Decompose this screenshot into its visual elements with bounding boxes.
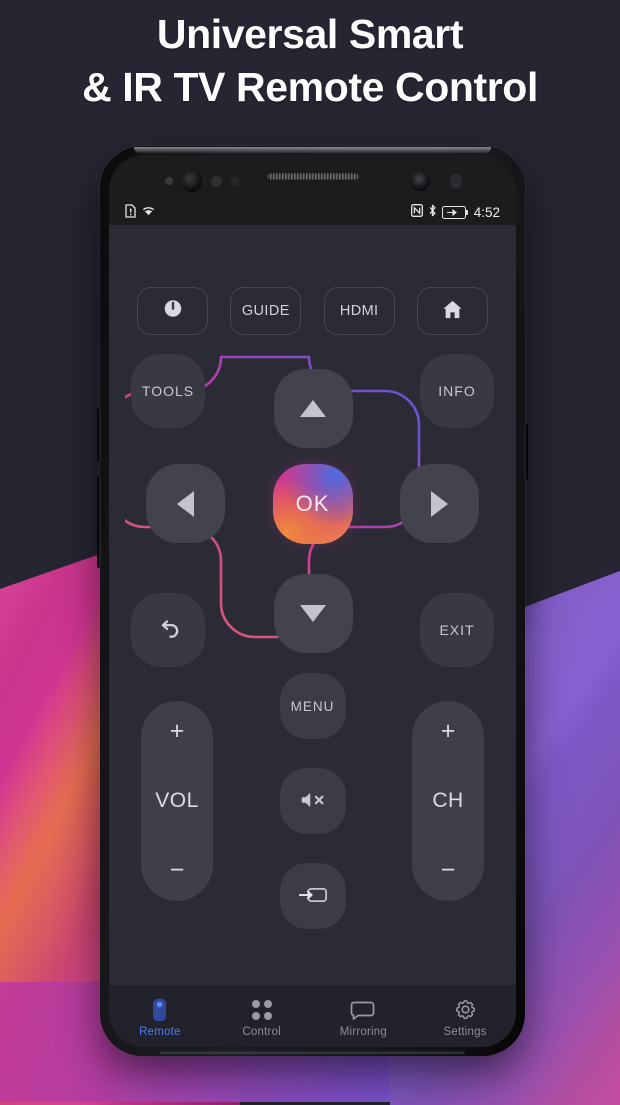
source-button[interactable] — [279, 863, 346, 929]
power-icon — [162, 298, 184, 324]
bluetooth-icon — [428, 204, 437, 220]
title-line-2: & IR TV Remote Control — [82, 64, 538, 111]
hdmi-button[interactable]: HDMI — [323, 287, 395, 335]
grid-dots-icon — [251, 999, 272, 1021]
nav-item-mirroring[interactable]: Mirroring — [323, 999, 403, 1038]
nav-label-settings: Settings — [443, 1025, 487, 1038]
dpad-section: TOOLS INFO EXIT OK — [109, 349, 516, 667]
tools-button-label: TOOLS — [141, 383, 195, 399]
arrow-right-icon — [431, 490, 448, 517]
nav-item-remote[interactable]: Remote — [120, 998, 200, 1038]
input-source-icon — [298, 884, 328, 909]
arrow-down-icon — [300, 605, 326, 622]
volume-rocker[interactable]: + VOL − — [141, 701, 213, 901]
hdmi-button-label: HDMI — [339, 303, 379, 319]
iris-sensor — [211, 176, 222, 187]
arrow-left-icon — [177, 490, 194, 517]
phone-bottom-highlight — [160, 1050, 465, 1054]
remote-app-body: GUIDE HDMI TOOLS INFO EXIT OK + VOL − + … — [109, 269, 516, 1047]
dpad-right-button[interactable] — [400, 464, 479, 543]
screen-mirroring-icon — [350, 999, 376, 1021]
dpad-down-button[interactable] — [273, 574, 353, 653]
menu-button[interactable]: MENU — [279, 673, 346, 739]
ok-button[interactable]: OK — [272, 464, 353, 544]
remote-icon — [152, 998, 167, 1021]
tools-button[interactable]: TOOLS — [131, 354, 205, 428]
top-button-row: GUIDE HDMI — [109, 269, 516, 335]
lower-controls-section: + VOL − + CH − MENU — [109, 673, 516, 931]
phone-top-bezel — [109, 155, 516, 199]
guide-button-label: GUIDE — [241, 303, 290, 319]
phone-top-highlight — [134, 147, 491, 154]
volume-up-button[interactable]: + — [170, 719, 185, 744]
status-bar-left — [125, 203, 156, 221]
page-title: Universal Smart & IR TV Remote Control — [0, 8, 620, 115]
phone-mockup: 4:52 GUIDE HDMI TOOLS INFO EXIT OK + VOL… — [97, 146, 528, 1056]
mute-button[interactable] — [279, 768, 346, 834]
home-button[interactable] — [416, 287, 488, 335]
nav-item-settings[interactable]: Settings — [425, 999, 505, 1038]
status-bar-right: 4:52 — [410, 204, 500, 220]
title-line-1: Universal Smart — [156, 11, 464, 57]
exit-button[interactable]: EXIT — [420, 593, 494, 667]
wifi-icon — [141, 204, 156, 220]
nfc-icon — [410, 204, 423, 220]
guide-button[interactable]: GUIDE — [230, 287, 302, 335]
back-button[interactable] — [131, 593, 205, 667]
secondary-camera — [410, 171, 430, 191]
menu-button-label: MENU — [290, 698, 335, 714]
channel-label: CH — [432, 789, 464, 812]
info-button-label: INFO — [438, 383, 476, 399]
info-button[interactable]: INFO — [420, 354, 494, 428]
channel-rocker[interactable]: + CH − — [412, 701, 484, 901]
light-sensor — [165, 177, 173, 185]
proximity-sensor — [231, 177, 239, 186]
channel-down-button[interactable]: − — [441, 858, 456, 883]
exit-button-label: EXIT — [439, 622, 475, 638]
front-camera — [181, 171, 202, 192]
nav-label-control: Control — [242, 1025, 281, 1038]
ir-blaster — [450, 174, 462, 188]
nav-item-control[interactable]: Control — [222, 999, 302, 1038]
power-button[interactable] — [137, 287, 208, 335]
ok-button-label: OK — [295, 491, 330, 516]
volume-down-button[interactable]: − — [170, 858, 185, 883]
phone-side-button-upper[interactable] — [97, 408, 101, 462]
back-arrow-icon — [155, 617, 182, 644]
earpiece-speaker — [266, 173, 359, 180]
nav-label-mirroring: Mirroring — [339, 1025, 387, 1038]
status-bar-clock: 4:52 — [473, 204, 500, 220]
dpad-up-button[interactable] — [273, 369, 353, 448]
gear-icon — [454, 999, 477, 1021]
phone-side-button-lower[interactable] — [97, 476, 101, 568]
status-bar: 4:52 — [109, 199, 516, 225]
nav-label-remote: Remote — [139, 1025, 181, 1038]
volume-mute-icon — [299, 789, 327, 814]
bottom-navigation-bar: Remote Control Mirroring Settings — [109, 985, 516, 1047]
phone-bezel: 4:52 GUIDE HDMI TOOLS INFO EXIT OK + VOL… — [109, 155, 516, 1047]
dpad-left-button[interactable] — [146, 464, 225, 543]
battery-charging-icon — [441, 205, 469, 219]
phone-power-side-button[interactable] — [524, 424, 528, 480]
phone-screen: 4:52 GUIDE HDMI TOOLS INFO EXIT OK + VOL… — [109, 199, 516, 1047]
home-icon — [441, 299, 464, 324]
sim-card-alert-icon — [125, 203, 136, 221]
volume-label: VOL — [155, 789, 199, 812]
channel-up-button[interactable]: + — [441, 719, 456, 744]
arrow-up-icon — [300, 400, 326, 417]
